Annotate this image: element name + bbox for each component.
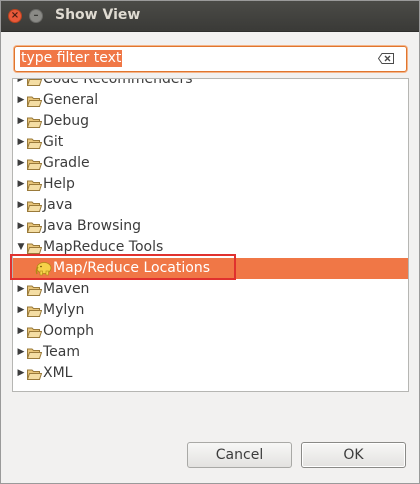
folder-icon [27, 222, 42, 233]
tree-item-label: Maven [43, 281, 90, 297]
tree-item[interactable]: ▶ Java [13, 195, 408, 216]
show-view-dialog: × – Show View type filter text ▶ Code Re… [0, 0, 420, 484]
tree-item[interactable]: ▶ Git [13, 132, 408, 153]
filter-input[interactable]: type filter text [14, 46, 407, 72]
tree-item[interactable]: ▶ Help [13, 174, 408, 195]
folder-icon [27, 285, 42, 296]
folder-icon [27, 180, 42, 191]
expand-arrow-icon[interactable]: ▶ [16, 195, 26, 216]
expand-arrow-icon[interactable]: ▶ [16, 216, 26, 237]
minimize-icon[interactable]: – [29, 9, 43, 23]
tree-item-label: Mylyn [43, 302, 85, 318]
tree-item-label: XML [43, 365, 73, 381]
tree-item-label: Oomph [43, 323, 94, 339]
folder-icon [27, 306, 42, 317]
folder-icon [27, 79, 42, 86]
tree-item-label: Java [43, 197, 73, 213]
tree-item-label: Gradle [43, 155, 90, 171]
clear-filter-icon[interactable] [378, 53, 394, 64]
tree-item-label: Git [43, 134, 64, 150]
tree-item[interactable]: ▶ Debug [13, 111, 408, 132]
tree-item[interactable]: ▶ General [13, 90, 408, 111]
tree-item-label: General [43, 92, 99, 108]
view-tree[interactable]: ▶ Code Recommenders ▶ General ▶ Debug ▶ … [12, 78, 409, 392]
expand-arrow-icon[interactable]: ▶ [16, 363, 26, 384]
folder-icon [27, 369, 42, 380]
annotation-highlight-box [10, 254, 236, 280]
folder-open-icon [27, 243, 42, 254]
cancel-button[interactable]: Cancel [187, 442, 292, 468]
expand-arrow-icon[interactable]: ▶ [16, 321, 26, 342]
tree-item-label: Team [43, 344, 81, 360]
filter-text[interactable]: type filter text [20, 50, 123, 67]
folder-icon [27, 138, 42, 149]
expand-arrow-icon[interactable]: ▶ [16, 300, 26, 321]
expand-arrow-icon[interactable]: ▶ [16, 342, 26, 363]
tree-item[interactable]: ▶ Gradle [13, 153, 408, 174]
tree-item-label: Help [43, 176, 75, 192]
window-title: Show View [55, 7, 141, 23]
expand-arrow-icon[interactable]: ▶ [16, 153, 26, 174]
tree-item[interactable]: ▶ Code Recommenders [13, 78, 408, 90]
ok-button[interactable]: OK [301, 442, 406, 468]
expand-arrow-icon[interactable]: ▶ [16, 79, 26, 90]
close-icon[interactable]: × [8, 9, 22, 23]
tree-item[interactable]: ▶ Oomph [13, 321, 408, 342]
folder-icon [27, 327, 42, 338]
tree-item[interactable]: ▶ Mylyn [13, 300, 408, 321]
folder-icon [27, 117, 42, 128]
folder-icon [27, 201, 42, 212]
tree-item-label: Debug [43, 113, 90, 129]
tree-item-label: Code Recommenders [43, 78, 193, 87]
tree-item[interactable]: ▶ Team [13, 342, 408, 363]
folder-icon [27, 348, 42, 359]
expand-arrow-icon[interactable]: ▶ [16, 279, 26, 300]
folder-icon [27, 159, 42, 170]
tree-item[interactable]: ▶ Maven [13, 279, 408, 300]
tree-item-label: Java Browsing [43, 218, 142, 234]
tree-item[interactable]: ▶ XML [13, 363, 408, 384]
title-bar: × – Show View [1, 1, 419, 32]
expand-arrow-icon[interactable]: ▶ [16, 132, 26, 153]
tree-item[interactable]: ▶ Java Browsing [13, 216, 408, 237]
expand-arrow-icon[interactable]: ▶ [16, 111, 26, 132]
folder-icon [27, 96, 42, 107]
expand-arrow-icon[interactable]: ▶ [16, 174, 26, 195]
expand-arrow-icon[interactable]: ▶ [16, 90, 26, 111]
